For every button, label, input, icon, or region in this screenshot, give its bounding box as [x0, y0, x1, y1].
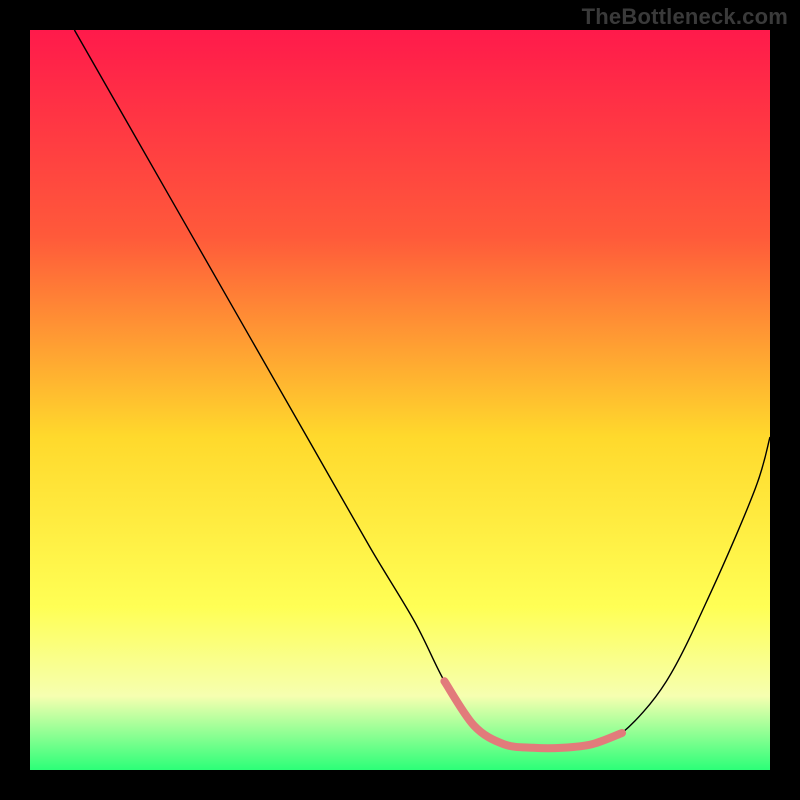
bottleneck-chart	[0, 0, 800, 800]
chart-frame: TheBottleneck.com	[0, 0, 800, 800]
plot-background	[30, 30, 770, 770]
watermark-text: TheBottleneck.com	[582, 4, 788, 30]
